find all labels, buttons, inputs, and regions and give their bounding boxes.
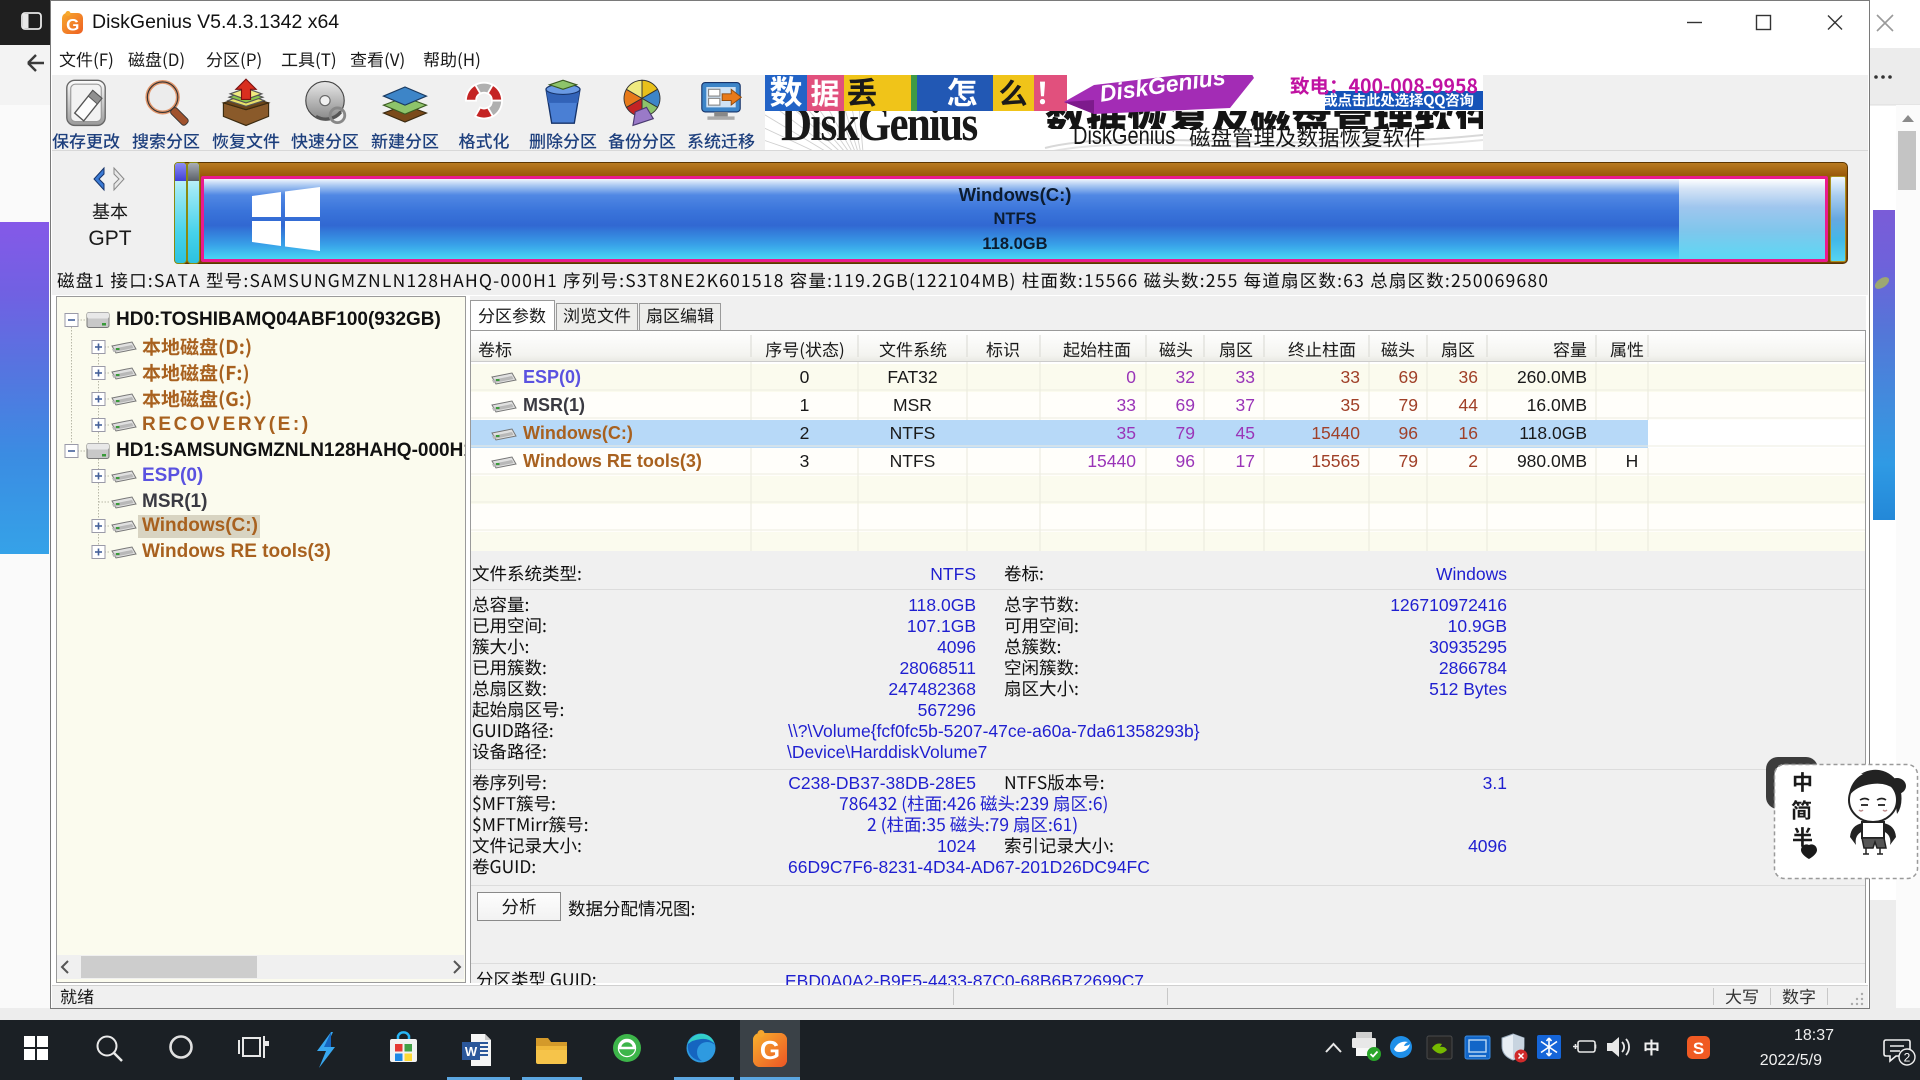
svg-text:G: G [66,16,79,35]
svg-text:S: S [1693,1039,1704,1058]
svg-text:G: G [760,1035,780,1065]
svg-text:W: W [465,1044,478,1059]
svg-text:2: 2 [1904,1051,1911,1065]
